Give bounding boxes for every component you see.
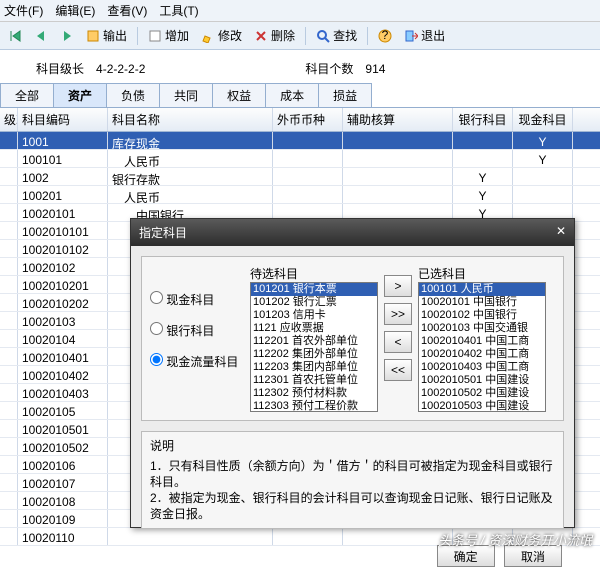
category-tabs: 全部资产负债共同权益成本损益 (0, 83, 600, 108)
nav-prev[interactable] (30, 27, 52, 45)
list-item[interactable]: 112202 集团外部单位 (251, 348, 377, 361)
menu-tools[interactable]: 工具(T) (159, 2, 198, 19)
list-item[interactable]: 112301 首农托管单位 (251, 374, 377, 387)
list-item[interactable]: 1121 应收票据 (251, 322, 377, 335)
description-panel: 说明 1．只有科目性质（余额方向）为＇借方＇的科目可被指定为现金科目或银行科目。… (141, 431, 564, 529)
svg-text:?: ? (382, 29, 389, 42)
col-cash: 现金科目 (513, 108, 573, 131)
left-list-head: 待选科目 (250, 265, 378, 282)
move-all-left-button[interactable]: << (384, 359, 412, 381)
exit-button[interactable]: 退出 (400, 25, 449, 46)
col-level: 级次 (0, 108, 18, 131)
list-item[interactable]: 1002010401 中国工商 (419, 335, 545, 348)
delete-button[interactable]: 删除 (250, 25, 299, 46)
tab-2[interactable]: 负债 (106, 83, 160, 107)
list-item[interactable]: 10020103 中国交通银 (419, 322, 545, 335)
col-currency: 外币币种 (273, 108, 343, 131)
tab-0[interactable]: 全部 (0, 83, 54, 107)
menu-edit[interactable]: 编辑(E) (55, 2, 95, 19)
table-row[interactable]: 100201 人民币Y (0, 186, 600, 204)
edit-button[interactable]: 修改 (197, 25, 246, 46)
help-button[interactable]: ? (374, 27, 396, 45)
opt-cash[interactable]: 现金科目 (150, 291, 240, 308)
opt-bank[interactable]: 银行科目 (150, 322, 240, 339)
table-row[interactable]: 1002银行存款Y (0, 168, 600, 186)
candidate-listbox[interactable]: 101201 银行本票101202 银行汇票101203 信用卡1121 应收票… (250, 282, 378, 412)
table-row[interactable]: 100101 人民币Y (0, 150, 600, 168)
menu-file[interactable]: 文件(F) (4, 2, 43, 19)
list-item[interactable]: 1002010501 中国建设 (419, 374, 545, 387)
right-list-head: 已选科目 (418, 265, 546, 282)
list-item[interactable]: 10020101 中国银行 (419, 296, 545, 309)
list-item[interactable]: 1002010402 中国工商 (419, 348, 545, 361)
move-right-button[interactable]: > (384, 275, 412, 297)
list-item[interactable]: 112203 集团内部单位 (251, 361, 377, 374)
output-button[interactable]: 输出 (82, 25, 131, 46)
table-row[interactable]: 1001库存现金Y (0, 132, 600, 150)
tab-4[interactable]: 权益 (212, 83, 266, 107)
col-aux: 辅助核算 (343, 108, 453, 131)
watermark: 头条号 / 资深财务开小流氓 (438, 530, 592, 549)
info-bar: 科目级长 4-2-2-2-2 科目个数 914 (0, 50, 600, 83)
list-item[interactable]: 1002010503 中国建设 (419, 400, 545, 412)
opt-flow[interactable]: 现金流量科目 (150, 353, 240, 370)
tab-5[interactable]: 成本 (265, 83, 319, 107)
list-item[interactable]: 112201 首农外部单位 (251, 335, 377, 348)
list-item[interactable]: 101202 银行汇票 (251, 296, 377, 309)
dialog-titlebar: 指定科目 ✕ (131, 219, 574, 246)
list-item[interactable]: 112302 预付材料款 (251, 387, 377, 400)
list-item[interactable]: 112303 预付工程价款 (251, 400, 377, 412)
tab-6[interactable]: 损益 (318, 83, 372, 107)
tab-1[interactable]: 资产 (53, 83, 107, 107)
col-name: 科目名称 (108, 108, 273, 131)
type-options: 现金科目 银行科目 现金流量科目 (150, 265, 240, 384)
assign-subject-dialog: 指定科目 ✕ 现金科目 银行科目 现金流量科目 待选科目 101201 银行本票… (130, 218, 575, 528)
list-item[interactable]: 101203 信用卡 (251, 309, 377, 322)
dialog-title: 指定科目 (139, 224, 187, 241)
grid-header: 级次 科目编码 科目名称 外币币种 辅助核算 银行科目 现金科目 (0, 108, 600, 132)
nav-next[interactable] (56, 27, 78, 45)
list-item[interactable]: 10020102 中国银行 (419, 309, 545, 322)
list-item[interactable]: 101201 银行本票 (251, 283, 377, 296)
list-item[interactable]: 1002010403 中国工商 (419, 361, 545, 374)
menubar: 文件(F) 编辑(E) 查看(V) 工具(T) (0, 0, 600, 22)
find-button[interactable]: 查找 (312, 25, 361, 46)
list-item[interactable]: 100101 人民币 (419, 283, 545, 296)
move-all-right-button[interactable]: >> (384, 303, 412, 325)
add-button[interactable]: 增加 (144, 25, 193, 46)
move-left-button[interactable]: < (384, 331, 412, 353)
col-bank: 银行科目 (453, 108, 513, 131)
nav-first[interactable] (4, 27, 26, 45)
tab-3[interactable]: 共同 (159, 83, 213, 107)
list-item[interactable]: 1002010502 中国建设 (419, 387, 545, 400)
col-code: 科目编码 (18, 108, 108, 131)
menu-view[interactable]: 查看(V) (107, 2, 147, 19)
close-icon[interactable]: ✕ (556, 224, 566, 241)
selected-listbox[interactable]: 100101 人民币10020101 中国银行10020102 中国银行1002… (418, 282, 546, 412)
toolbar: 输出 增加 修改 删除 查找 ? 退出 (0, 22, 600, 50)
